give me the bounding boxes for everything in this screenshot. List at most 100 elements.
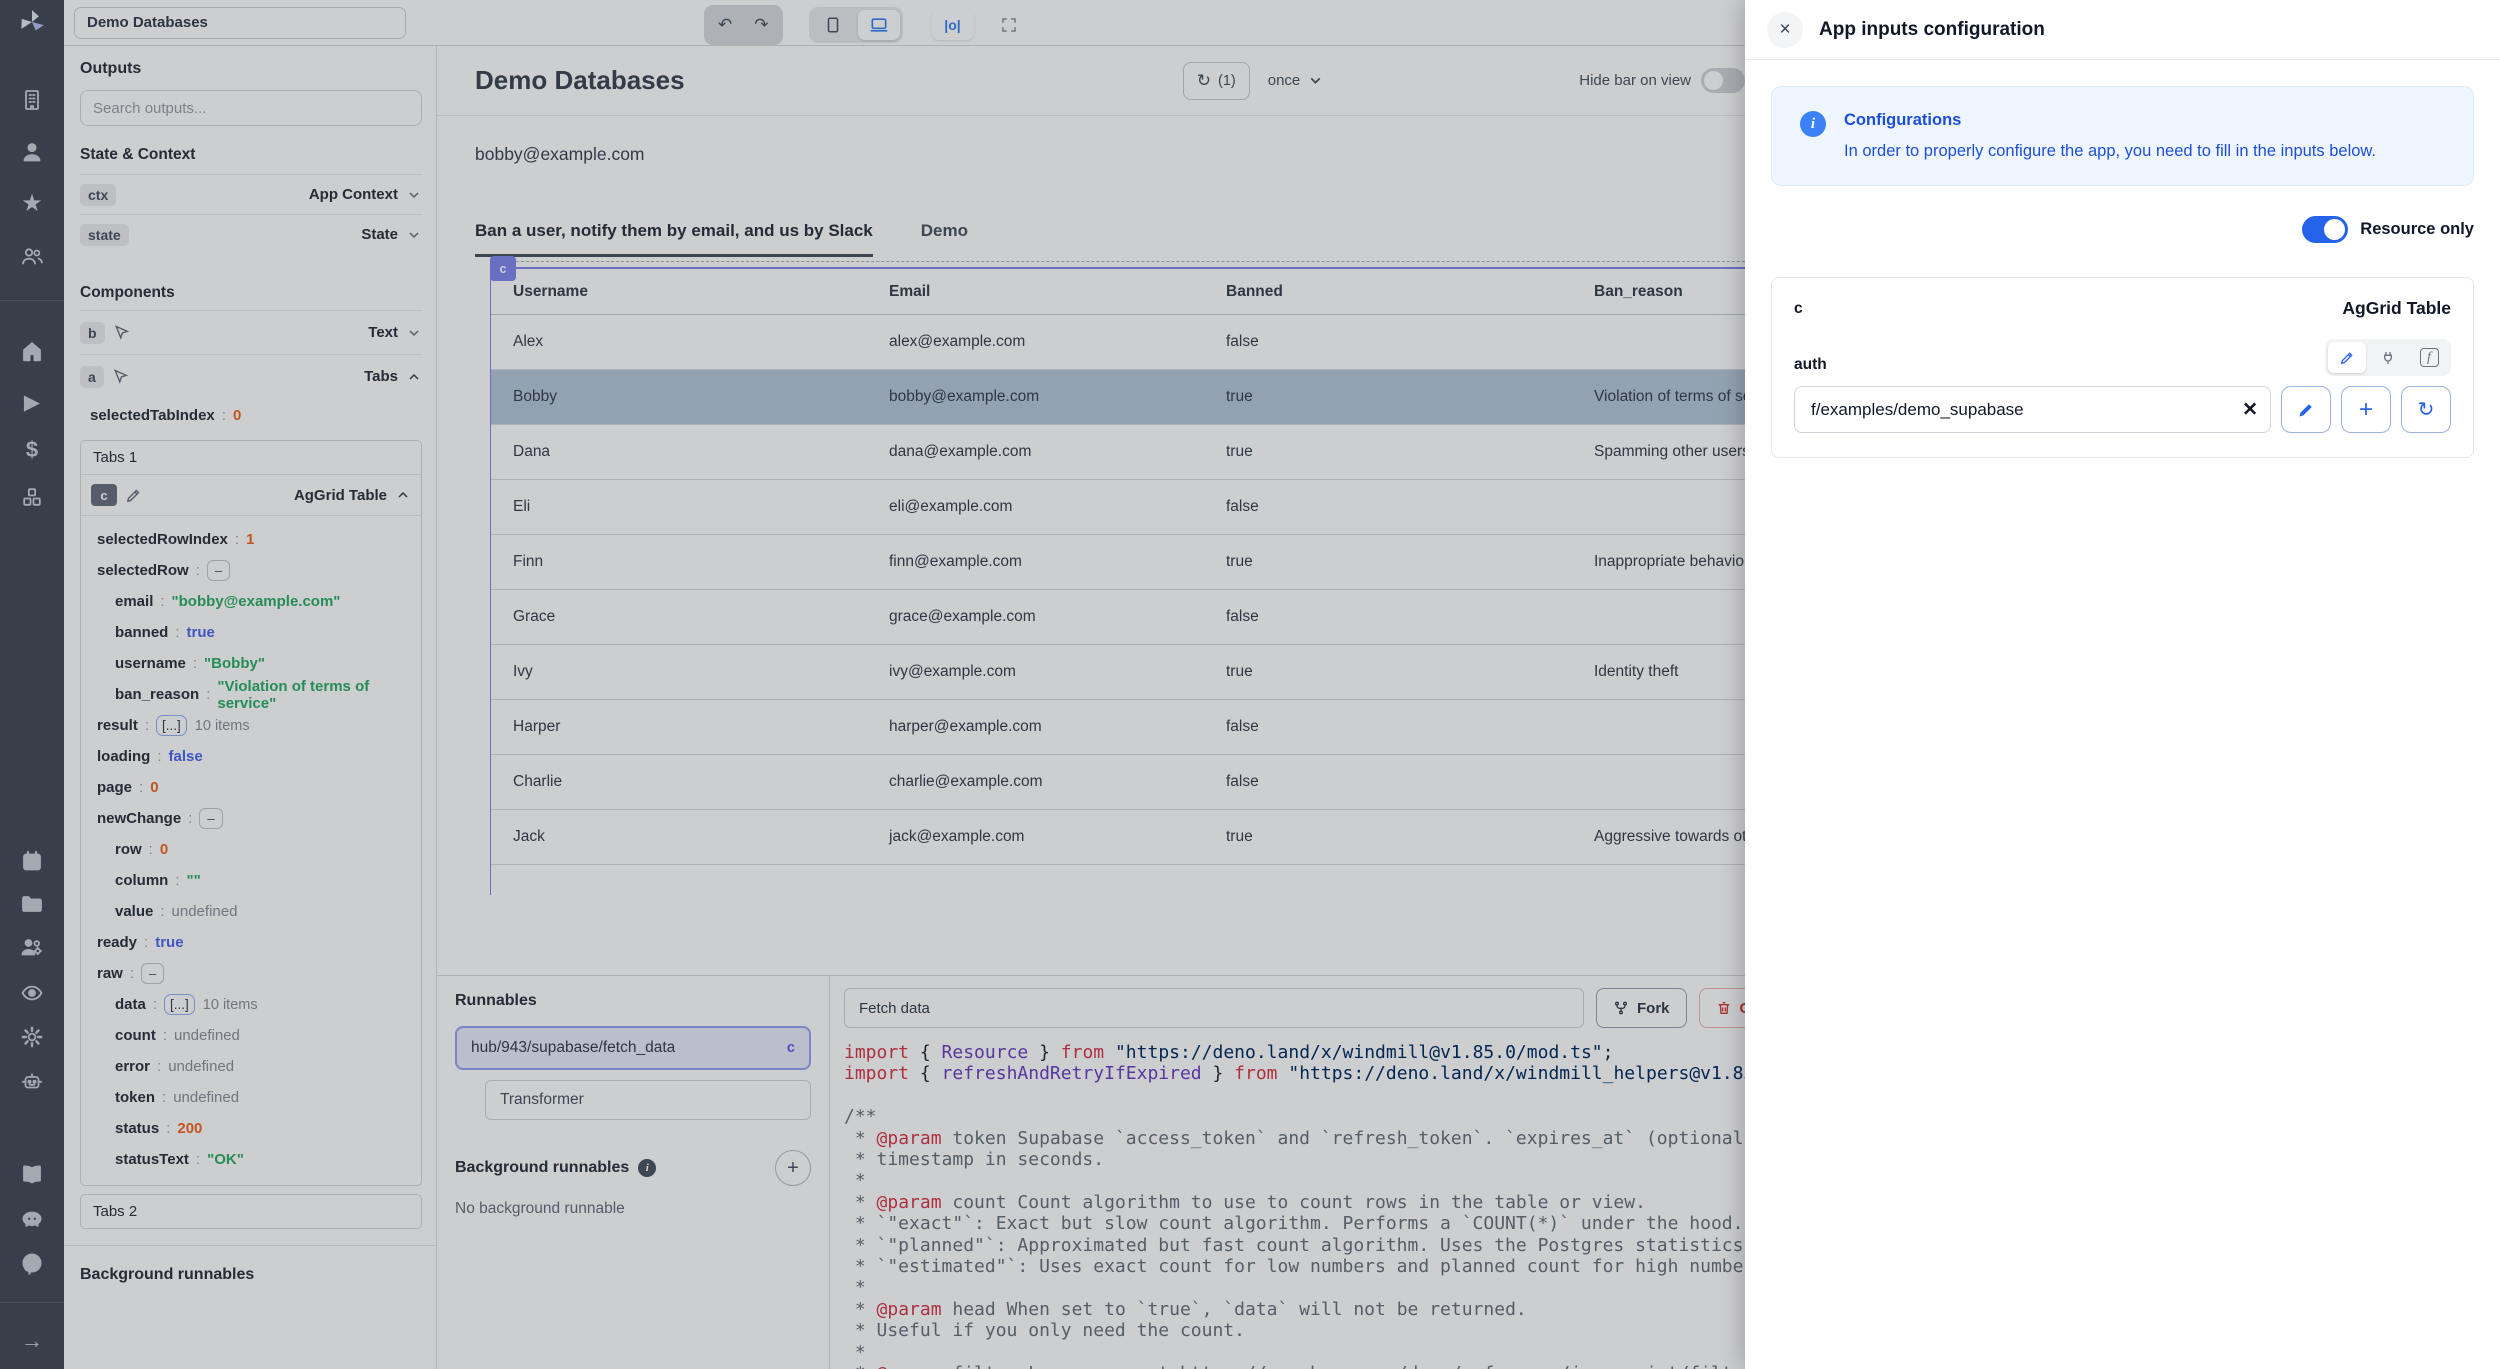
app-name-input[interactable] [74,7,406,39]
component-b-chip: b [80,322,105,344]
pencil-icon[interactable] [125,487,142,504]
table-cell: harper@example.com [867,700,1204,754]
chevron-up-icon[interactable] [395,487,411,503]
undo-icon[interactable]: ↶ [718,10,732,40]
table-header-cell[interactable]: Username [491,269,867,314]
script-name-input[interactable] [844,988,1584,1028]
component-row-a[interactable]: a Tabs [80,354,422,398]
collapse-toggle[interactable]: – [199,808,222,829]
sidebar-book-icon[interactable] [17,1159,47,1189]
center-align-icon[interactable]: |o| [932,10,974,40]
sidebar-star-icon[interactable]: ★ [17,189,47,219]
resource-only-label: Resource only [2360,220,2474,239]
output-value: 200 [177,1120,202,1137]
output-tree-row: ready :true [87,927,415,958]
sidebar-dollar-icon[interactable]: $ [17,435,47,465]
sidebar-boxes-icon[interactable] [17,482,47,512]
sidebar-home-icon[interactable] [17,337,47,367]
output-key: column [115,872,168,889]
sidebar-discord-icon[interactable] [17,1204,47,1234]
fullscreen-icon[interactable] [988,10,1030,40]
output-key: ready [97,934,137,951]
resource-path-input[interactable] [1794,386,2271,433]
refresh-resource-button[interactable]: ↻ [2401,386,2451,433]
sidebar-arrow-right-icon[interactable]: → [17,1326,47,1356]
background-runnables-label: Background runnables [455,1159,629,1177]
drawer-header: × App inputs configuration [1745,0,2500,60]
tab-ban-user[interactable]: Ban a user, notify them by email, and us… [475,221,873,257]
runnable-item-transformer[interactable]: Transformer [485,1080,811,1120]
component-row-b[interactable]: b Text [80,310,422,354]
output-value: undefined [174,1027,240,1044]
runnable-item-fetch-data[interactable]: hub/943/supabase/fetch_data c [455,1026,811,1070]
drawer-body: i Configurations In order to properly co… [1745,86,2500,458]
page-title: Demo Databases [475,65,685,96]
collapse-toggle[interactable]: – [141,963,164,984]
component-c-chip: c [91,484,117,506]
sidebar-play-icon[interactable]: ▶ [17,387,47,417]
collapse-toggle[interactable]: – [207,560,230,581]
background-runnables-title: Background runnables [80,1266,422,1284]
static-mode-pencil-icon[interactable] [2328,342,2366,373]
sidebar-gear-icon[interactable] [17,1022,47,1052]
output-tree-row: data :[...]10 items [87,989,415,1020]
expand-items-box[interactable]: [...] [156,715,187,736]
output-tree-row: ban_reason :"Violation of terms of servi… [87,679,415,710]
sidebar-user-icon[interactable] [17,137,47,167]
chevron-down-icon[interactable] [406,187,422,203]
chevron-down-icon[interactable] [406,227,422,243]
eval-mode-function-icon[interactable]: f [2410,342,2448,373]
component-c-type: AgGrid Table [294,487,387,504]
divider [64,1245,437,1246]
runnables-panel: Runnables hub/943/supabase/fetch_data c … [437,976,830,1369]
output-key: raw [97,965,123,982]
tab-demo[interactable]: Demo [921,221,968,257]
output-row-ctx[interactable]: ctx App Context [80,174,422,214]
chevron-down-icon[interactable] [406,325,422,341]
table-header-cell[interactable]: Email [867,269,1204,314]
clear-resource-icon[interactable]: ✕ [2242,398,2258,421]
output-key: username [115,655,186,672]
ctx-type-label: App Context [309,186,398,203]
background-runnables-header: Background runnables i + [455,1150,811,1186]
search-outputs-input[interactable] [80,90,422,126]
resource-only-toggle[interactable] [2302,216,2348,243]
tabs2-section[interactable]: Tabs 2 [80,1194,422,1229]
add-resource-button[interactable]: + [2341,386,2391,433]
chevron-up-icon[interactable] [406,369,422,385]
fork-button[interactable]: Fork [1596,988,1687,1028]
sidebar-eye-icon[interactable] [17,978,47,1008]
sidebar-robot-icon[interactable] [17,1066,47,1096]
sidebar-users-icon[interactable] [17,241,47,271]
schedule-dropdown[interactable]: once [1268,72,1325,89]
add-background-runnable-button[interactable]: + [775,1150,811,1186]
output-key: newChange [97,810,181,827]
sidebar-github-icon[interactable] [17,1249,47,1279]
expand-items-box[interactable]: [...] [164,994,195,1015]
component-selection-badge[interactable]: c [490,256,516,281]
table-cell: charlie@example.com [867,755,1204,809]
edit-resource-button[interactable] [2281,386,2331,433]
redo-icon[interactable]: ↷ [754,10,768,40]
sidebar-users-gear-icon[interactable] [17,932,47,962]
output-key: email [115,593,153,610]
output-row-state[interactable]: state State [80,214,422,254]
sidebar-calendar-icon[interactable] [17,846,47,876]
table-cell: bobby@example.com [867,370,1204,424]
output-value: true [155,934,183,951]
component-row-c[interactable]: c AgGrid Table [81,475,421,516]
output-key: error [115,1058,150,1075]
top-header: ↶ ↷ |o| [64,0,1745,46]
sidebar-building-icon[interactable] [17,85,47,115]
hide-bar-toggle[interactable] [1701,68,1745,93]
mobile-view-icon[interactable] [812,10,854,40]
connect-mode-plug-icon[interactable] [2369,342,2407,373]
output-tree-row: banned :true [87,617,415,648]
desktop-view-icon[interactable] [858,10,900,40]
info-icon: i [638,1159,656,1177]
sidebar-folder-icon[interactable] [17,889,47,919]
close-icon[interactable]: × [1767,12,1803,48]
table-header-cell[interactable]: Banned [1204,269,1572,314]
refresh-button[interactable]: ↻ (1) [1183,62,1250,100]
table-cell: Eli [491,480,867,534]
